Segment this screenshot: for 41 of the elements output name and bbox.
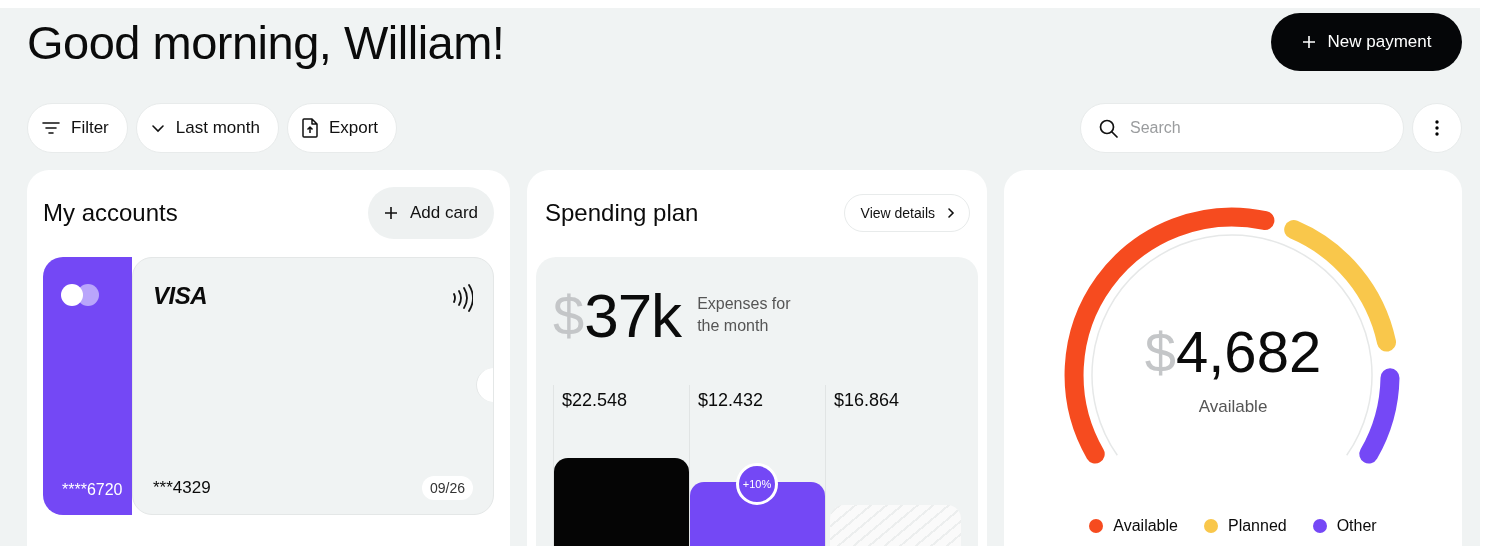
column-value: $22.548 <box>561 389 629 411</box>
card-title: My accounts <box>43 199 178 227</box>
expiry-date: 09/26 <box>421 476 473 500</box>
add-card-button[interactable]: Add card <box>367 187 494 239</box>
view-details-button[interactable]: View details <box>843 194 970 232</box>
search-input[interactable]: Search <box>1128 118 1382 138</box>
filter-icon <box>42 121 60 135</box>
card-title: Spending plan <box>545 199 699 227</box>
filter-button[interactable]: Filter <box>27 103 128 153</box>
plus-icon <box>383 206 398 220</box>
card-number: ****6720 <box>62 481 123 499</box>
brand-logo: VISA <box>153 282 207 310</box>
balance-caption: Available <box>1198 397 1268 417</box>
expense-amount: 37k <box>584 279 682 351</box>
export-button[interactable]: Export <box>286 103 398 153</box>
contactless-icon <box>451 282 473 314</box>
card[interactable]: VISA ***4329 09/26 <box>132 257 494 515</box>
column-value: $16.864 <box>833 389 901 411</box>
plus-icon <box>1301 35 1316 49</box>
legend-label: Available <box>1113 517 1178 535</box>
search-icon <box>1099 118 1118 138</box>
chevron-right-icon <box>947 207 955 219</box>
legend-label: Planned <box>1227 517 1287 535</box>
balance-amount: 4,682 <box>1176 318 1322 385</box>
currency-sign: $ <box>1144 320 1176 385</box>
change-badge: +10% <box>736 463 778 505</box>
currency-sign: $ <box>553 282 585 348</box>
circles-icon <box>60 283 100 307</box>
card-number: ***4329 <box>153 478 211 498</box>
more-icon <box>1435 120 1439 136</box>
greeting-title: Good morning, William! <box>27 14 505 70</box>
dropdown-button[interactable]: Last month <box>135 103 279 153</box>
column-value: $12.432 <box>697 389 765 411</box>
card[interactable]: ****6720 <box>43 257 132 515</box>
legend-label: Other <box>1336 517 1377 535</box>
file-upload-icon <box>301 118 318 138</box>
expense-caption: Expenses for the month <box>697 294 792 336</box>
search-field[interactable]: Search <box>1080 103 1404 153</box>
chevron-down-icon <box>150 123 165 133</box>
more-button[interactable] <box>1412 103 1462 153</box>
new-payment-button[interactable]: New payment <box>1271 13 1462 71</box>
